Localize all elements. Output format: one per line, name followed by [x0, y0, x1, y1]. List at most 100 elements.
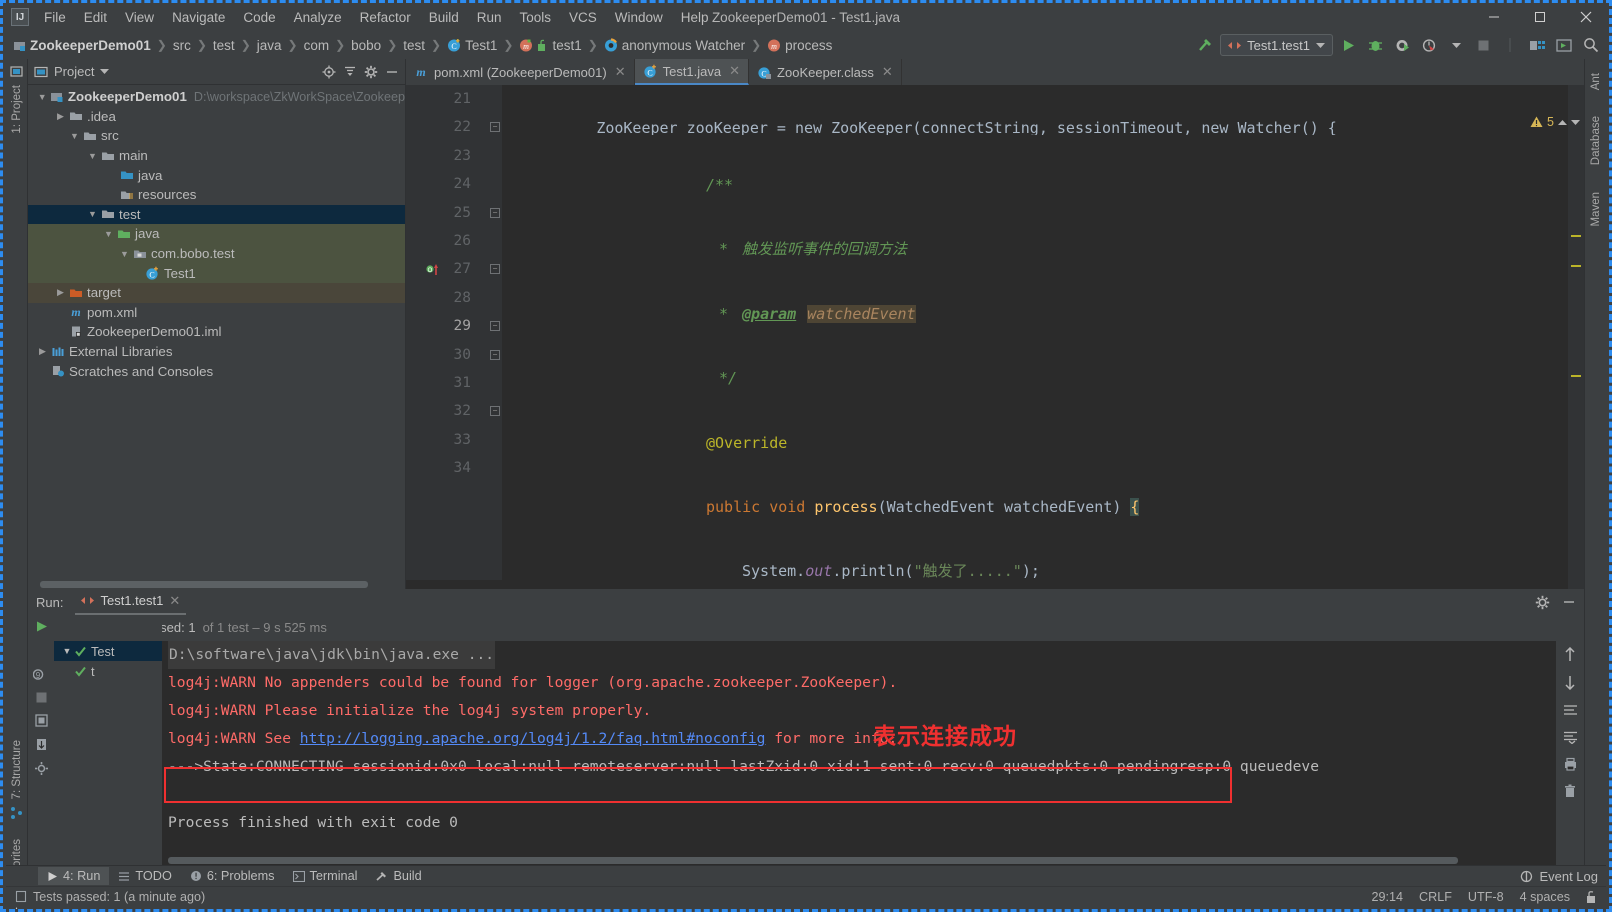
- tree-item-pom-xml[interactable]: m pom.xml: [28, 303, 405, 323]
- debug-button[interactable]: [1363, 34, 1387, 56]
- tree-item-test[interactable]: ▼ test: [28, 204, 405, 225]
- editor-hscrollbar[interactable]: [406, 580, 1568, 589]
- menu-edit[interactable]: Edit: [75, 6, 116, 29]
- tree-item-package-com-bobo-test[interactable]: ▼ com.bobo.test: [28, 243, 405, 264]
- chevron-down-icon[interactable]: ▼: [86, 209, 99, 219]
- toolwindow-button-todo[interactable]: TODO: [109, 867, 180, 885]
- breadcrumb-test-dir[interactable]: test: [213, 38, 235, 53]
- chevron-down-icon[interactable]: ▼: [68, 131, 81, 141]
- inspection-widget[interactable]: 5: [1530, 111, 1584, 133]
- chevron-right-icon[interactable]: ▶: [36, 346, 49, 357]
- menu-navigate[interactable]: Navigate: [163, 6, 234, 29]
- tree-item-scratches-and-consoles[interactable]: Scratches and Consoles: [28, 361, 405, 381]
- breadcrumb-class-test1[interactable]: C Test1: [447, 38, 497, 53]
- run-tab-test1-test1[interactable]: Test1.test1 ✕: [75, 590, 187, 615]
- up-arrow-icon[interactable]: [1563, 647, 1577, 662]
- fold-icon[interactable]: −: [490, 321, 500, 332]
- sidebar-item-database[interactable]: Database: [1590, 108, 1602, 173]
- close-icon[interactable]: ✕: [729, 63, 740, 79]
- close-icon[interactable]: ✕: [615, 64, 626, 80]
- tab-test1-java[interactable]: C Test1.java ✕: [634, 59, 750, 85]
- tree-item-iml[interactable]: ZookeeperDemo01.iml: [28, 322, 405, 342]
- profile-button[interactable]: [1417, 34, 1441, 56]
- build-project-button[interactable]: [1193, 34, 1217, 56]
- scroll-end-icon[interactable]: [1563, 730, 1578, 744]
- menu-run[interactable]: Run: [468, 6, 511, 29]
- toolwindow-button-run[interactable]: 4: Run: [38, 867, 110, 885]
- stripe-mark-warning[interactable]: [1571, 265, 1581, 267]
- settings-gear-icon[interactable]: [364, 65, 378, 79]
- test-tree-root[interactable]: ▼ Test: [54, 641, 162, 661]
- hide-icon[interactable]: [1562, 595, 1576, 609]
- fold-icon[interactable]: −: [490, 207, 500, 218]
- tree-item-src[interactable]: ▼ src: [28, 126, 405, 146]
- export-icon[interactable]: [34, 737, 49, 752]
- settings-button[interactable]: [1552, 34, 1576, 56]
- tree-item-idea[interactable]: ▶ .idea: [28, 107, 405, 127]
- fold-icon[interactable]: −: [490, 406, 500, 417]
- trash-icon[interactable]: [1563, 784, 1577, 799]
- menu-file[interactable]: File: [35, 6, 75, 29]
- minimize-button[interactable]: [1471, 3, 1517, 31]
- breadcrumb-java[interactable]: java: [257, 38, 282, 53]
- editor-gutter[interactable]: 21 22 − 23 24 25 − 26 27 O − 28 29 − 30 − 31…: [406, 85, 500, 589]
- console-hscrollbar[interactable]: [162, 856, 1556, 865]
- stripe-mark-warning[interactable]: [1571, 235, 1581, 237]
- caret-position[interactable]: 29:14: [1372, 890, 1404, 904]
- breadcrumb-src[interactable]: src: [173, 38, 191, 53]
- run-configuration-selector[interactable]: Test1.test1: [1220, 34, 1333, 56]
- event-log-button[interactable]: Event Log: [1520, 869, 1606, 884]
- settings-icon[interactable]: [34, 761, 49, 776]
- chevron-right-icon[interactable]: ▶: [54, 111, 67, 122]
- chevron-down-icon[interactable]: [1444, 34, 1468, 56]
- tree-item-class-test1[interactable]: C Test1: [28, 263, 405, 283]
- tree-item-test-java[interactable]: ▼ java: [28, 224, 405, 244]
- sidebar-item-project[interactable]: 1: Project: [6, 59, 27, 142]
- toolwindow-button-build[interactable]: Build: [366, 867, 430, 885]
- hide-icon[interactable]: [385, 65, 399, 79]
- toolwindow-button-terminal[interactable]: Terminal: [284, 867, 367, 885]
- indent-setting[interactable]: 4 spaces: [1520, 890, 1570, 904]
- chevron-down-icon[interactable]: [1571, 119, 1580, 126]
- tree-item-target[interactable]: ▶ target: [28, 282, 405, 303]
- unlock-icon[interactable]: [1586, 890, 1598, 904]
- fold-icon[interactable]: −: [490, 264, 500, 275]
- soft-wrap-icon[interactable]: [1563, 703, 1578, 717]
- editor-error-stripe[interactable]: [1568, 85, 1584, 589]
- stop-button[interactable]: [1471, 34, 1495, 56]
- breadcrumb-module[interactable]: ZookeeperDemo01: [13, 38, 151, 53]
- menu-tools[interactable]: Tools: [511, 6, 561, 29]
- chevron-down-icon[interactable]: ▼: [102, 229, 115, 239]
- toolwindow-button-problems[interactable]: 6: Problems: [181, 867, 284, 885]
- run-test-gutter-icon[interactable]: O: [426, 262, 440, 277]
- breadcrumb-com[interactable]: com: [304, 38, 330, 53]
- chevron-down-icon[interactable]: ▼: [36, 92, 49, 102]
- project-tree[interactable]: ▼ ZookeeperDemo01 D:\workspace\ZkWorkSpa…: [28, 85, 405, 589]
- menu-window[interactable]: Window: [606, 6, 672, 29]
- run-with-coverage-button[interactable]: [1390, 34, 1414, 56]
- sidebar-item-maven[interactable]: Maven: [1590, 184, 1602, 235]
- breadcrumb-method-test1[interactable]: m test1: [519, 38, 582, 53]
- rerun-failed-icon[interactable]: 9: [33, 667, 49, 682]
- chevron-down-icon[interactable]: ▼: [86, 151, 99, 161]
- close-icon[interactable]: ✕: [169, 593, 180, 609]
- menu-build[interactable]: Build: [420, 6, 468, 29]
- down-arrow-icon[interactable]: [1563, 675, 1577, 690]
- breadcrumb-method-process[interactable]: m process: [767, 38, 832, 53]
- project-panel-hscrollbar[interactable]: [28, 580, 405, 589]
- line-separator[interactable]: CRLF: [1419, 890, 1452, 904]
- fold-icon[interactable]: −: [490, 122, 500, 133]
- chevron-down-icon[interactable]: ▼: [118, 249, 131, 259]
- tree-item-main-java[interactable]: java: [28, 165, 405, 185]
- tree-item-external-libraries[interactable]: ▶ External Libraries: [28, 342, 405, 362]
- tab-zookeeper-class[interactable]: C ZooKeeper.class ✕: [749, 59, 902, 85]
- menu-analyze[interactable]: Analyze: [285, 6, 351, 29]
- collapse-all-icon[interactable]: [343, 65, 357, 79]
- file-encoding[interactable]: UTF-8: [1468, 890, 1504, 904]
- chevron-down-icon[interactable]: [100, 68, 110, 75]
- breadcrumb-test-pkg[interactable]: test: [403, 38, 425, 53]
- maximize-button[interactable]: [1517, 3, 1563, 31]
- test-tree-child[interactable]: t: [54, 661, 162, 681]
- fold-icon[interactable]: −: [490, 349, 500, 360]
- menu-view[interactable]: View: [116, 6, 163, 29]
